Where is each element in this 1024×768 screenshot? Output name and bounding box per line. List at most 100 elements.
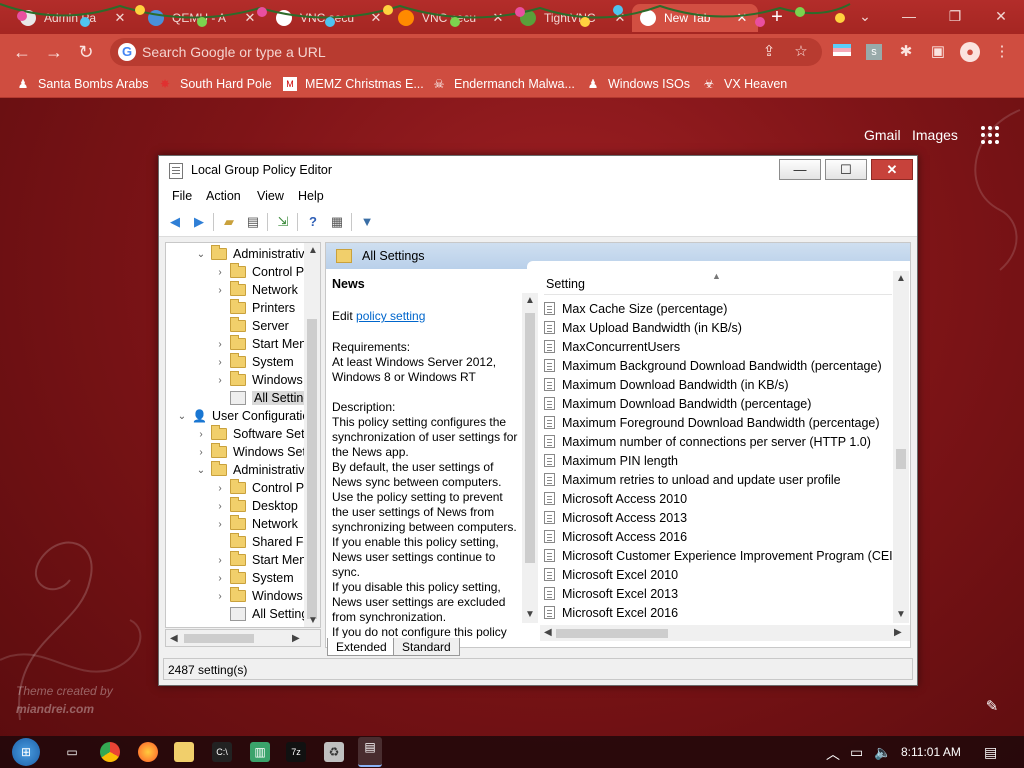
gp-minimize-button[interactable]: — [779, 159, 821, 180]
tree-item[interactable]: › Control Pa [214, 479, 311, 497]
tray-chevron-icon[interactable]: ︿ [826, 744, 840, 764]
bookmark-item[interactable]: ✸ South Hard Pole [158, 75, 272, 93]
setting-row[interactable]: Microsoft Customer Experience Improvemen… [544, 546, 905, 565]
expand-chevron-icon[interactable]: › [214, 573, 226, 584]
menu-file[interactable]: File [172, 189, 192, 203]
setting-row[interactable]: Microsoft Access 2010 [544, 489, 687, 508]
setting-row[interactable]: Maximum Background Download Bandwidth (p… [544, 356, 882, 375]
browser-tab[interactable]: New Tab ✕ [632, 4, 758, 32]
start-button-icon[interactable]: ⊞ [12, 738, 40, 766]
expand-chevron-icon[interactable]: › [195, 447, 207, 458]
setting-row[interactable]: Max Cache Size (percentage) [544, 299, 727, 318]
tree-item[interactable]: ⌄ 👤 User Configuration [176, 407, 316, 425]
menu-view[interactable]: View [257, 189, 284, 203]
gpedit-taskbar-icon[interactable]: ▤ [358, 737, 382, 767]
setting-column-header[interactable]: Setting ▲ [544, 271, 892, 295]
bookmark-item[interactable]: ♟ Windows ISOs [586, 75, 690, 93]
back-arrow-icon[interactable]: ← [10, 40, 34, 64]
omnibox[interactable]: G ⇪ ☆ [110, 38, 822, 66]
firefox-taskbar-icon[interactable] [138, 742, 158, 762]
export-list-icon[interactable]: ⇲ [274, 213, 292, 231]
setting-row[interactable]: MaxConcurrentUsers [544, 337, 680, 356]
browser-tab[interactable]: QEMU - A ✕ [140, 4, 266, 32]
customize-pencil-icon[interactable]: ✎ [982, 697, 1002, 717]
close-tab-icon[interactable]: ✕ [112, 10, 128, 26]
new-tab-button[interactable]: + [766, 6, 788, 28]
close-tab-icon[interactable]: ✕ [734, 10, 750, 26]
expand-chevron-icon[interactable]: › [214, 519, 226, 530]
tree-item[interactable]: › Network [214, 515, 298, 533]
reload-icon[interactable]: ↻ [74, 40, 98, 64]
expand-chevron-icon[interactable]: › [214, 483, 226, 494]
settings-scrollbar[interactable]: ▲ ▼ [893, 271, 909, 623]
forward-icon[interactable]: ▶ [190, 213, 208, 231]
tree-item[interactable]: Printers [214, 299, 295, 317]
chrome-taskbar-icon[interactable] [100, 742, 120, 762]
omnibox-input[interactable] [142, 42, 742, 62]
collapse-chevron-icon[interactable]: ⌄ [195, 465, 207, 476]
volume-icon[interactable]: 🔈 [874, 744, 891, 761]
properties-icon[interactable]: ▦ [328, 213, 346, 231]
extensions-puzzle-icon[interactable]: ✱ [896, 42, 916, 62]
expand-chevron-icon[interactable]: › [214, 375, 226, 386]
setting-row[interactable]: Max Upload Bandwidth (in KB/s) [544, 318, 742, 337]
help-icon[interactable]: ? [304, 213, 322, 231]
bookmark-item[interactable]: ♟ Santa Bombs Arabs [16, 75, 149, 93]
setting-row[interactable]: Microsoft Access 2016 [544, 527, 687, 546]
gmail-link[interactable]: Gmail [864, 127, 901, 143]
setting-row[interactable]: Microsoft Excel 2016 [544, 603, 678, 622]
close-tab-icon[interactable]: ✕ [368, 10, 384, 26]
description-scrollbar[interactable]: ▲ ▼ [522, 293, 538, 623]
forward-arrow-icon[interactable]: → [42, 40, 66, 64]
side-panel-icon[interactable]: ▣ [928, 42, 948, 62]
extension-s-icon[interactable]: s [864, 42, 884, 62]
clock[interactable]: 8:11:01 AM [901, 745, 961, 759]
tree-item[interactable]: › System [214, 353, 294, 371]
setting-row[interactable]: Microsoft Excel 2013 [544, 584, 678, 603]
bookmark-item[interactable]: ☣ VX Heaven [702, 75, 788, 93]
notepad-icon[interactable]: ▥ [250, 742, 270, 762]
browser-tab[interactable]: VNC secu ✕ [390, 4, 514, 32]
tree-item[interactable]: › Windows Sett [195, 443, 309, 461]
bookmark-item[interactable]: ☠ Endermanch Malwa... [432, 75, 575, 93]
setting-row[interactable]: Maximum number of connections per server… [544, 432, 871, 451]
notifications-icon[interactable]: ▤ [984, 744, 997, 761]
tree-item[interactable]: Shared Fol [214, 533, 313, 551]
setting-row[interactable]: Maximum Foreground Download Bandwidth (p… [544, 413, 880, 432]
expand-chevron-icon[interactable]: › [214, 555, 226, 566]
7zip-icon[interactable]: 7z [286, 742, 306, 762]
up-folder-icon[interactable]: ▰ [220, 213, 238, 231]
tree-item[interactable]: › Control Pa [214, 263, 311, 281]
expand-chevron-icon[interactable]: › [195, 429, 207, 440]
app-icon[interactable]: ♻ [324, 742, 344, 762]
gp-close-button[interactable]: ✕ [871, 159, 913, 180]
gp-maximize-button[interactable]: ☐ [825, 159, 867, 180]
task-view-icon[interactable]: ▭ [62, 742, 82, 762]
tab-extended[interactable]: Extended [327, 638, 396, 656]
bookmark-star-icon[interactable]: ☆ [792, 43, 810, 61]
cmd-icon[interactable]: C:\ [212, 742, 232, 762]
expand-chevron-icon[interactable]: › [214, 357, 226, 368]
close-window-button[interactable]: ✕ [978, 0, 1024, 32]
menu-action[interactable]: Action [206, 189, 241, 203]
images-link[interactable]: Images [912, 127, 958, 143]
menu-help[interactable]: Help [298, 189, 324, 203]
tree-item[interactable]: › Desktop [214, 497, 298, 515]
setting-row[interactable]: Maximum Download Bandwidth (in KB/s) [544, 375, 788, 394]
setting-row[interactable]: Maximum Download Bandwidth (percentage) [544, 394, 811, 413]
tree-item[interactable]: ⌄ Administrative [195, 245, 312, 263]
close-tab-icon[interactable]: ✕ [490, 10, 506, 26]
collapse-chevron-icon[interactable]: ⌄ [176, 411, 188, 422]
expand-chevron-icon[interactable]: › [214, 285, 226, 296]
file-explorer-icon[interactable] [174, 742, 194, 762]
tab-standard[interactable]: Standard [393, 638, 460, 656]
setting-row[interactable]: Microsoft Excel 2010 [544, 565, 678, 584]
tree-item[interactable]: › System [214, 569, 294, 587]
tree-item[interactable]: › Windows C [214, 587, 315, 605]
tree-item[interactable]: ⌄ Administrative [195, 461, 312, 479]
browser-tab[interactable]: VNC secu ✕ [268, 4, 392, 32]
expand-chevron-icon[interactable]: › [214, 501, 226, 512]
setting-row[interactable]: Maximum PIN length [544, 451, 678, 470]
browser-tab[interactable]: TightVNC ✕ [512, 4, 636, 32]
tree-item[interactable]: › Windows C [214, 371, 315, 389]
